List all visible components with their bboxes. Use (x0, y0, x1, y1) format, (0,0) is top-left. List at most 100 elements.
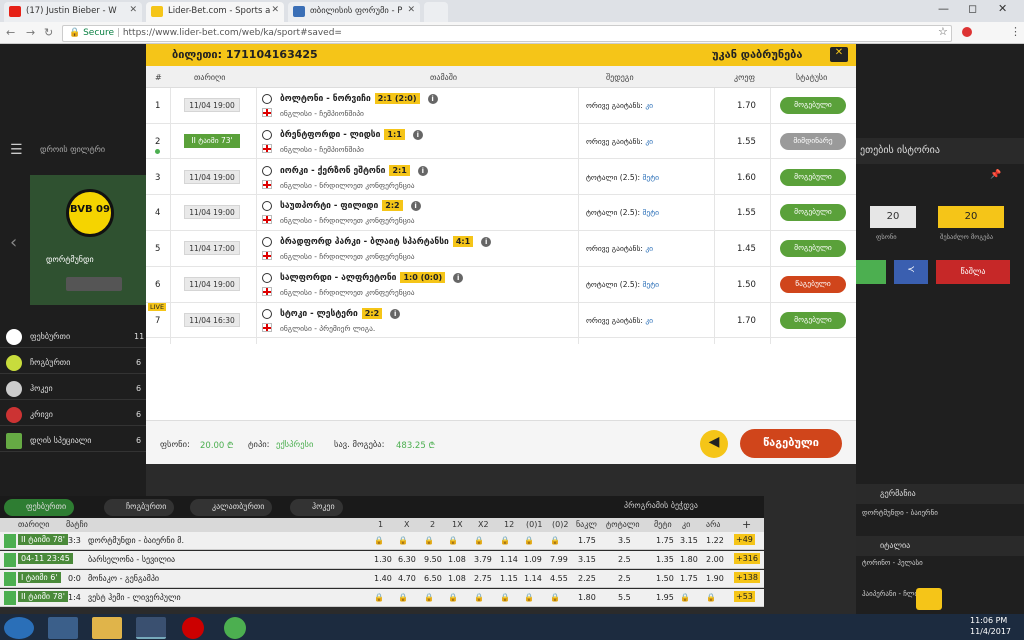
odd-value[interactable]: 1.15 (500, 574, 518, 583)
delete-button[interactable]: წაშლა (936, 260, 1010, 284)
odd-value[interactable]: 1.75 (680, 574, 698, 583)
media-player-icon[interactable] (48, 617, 78, 639)
odd-value[interactable]: 2.00 (706, 555, 724, 564)
info-icon[interactable]: i (453, 273, 464, 283)
odd-value[interactable]: 1.08 (448, 574, 466, 583)
forward-icon[interactable]: → (26, 26, 35, 39)
chrome-icon[interactable] (136, 617, 166, 639)
browser-tab-youtube[interactable]: (17) Justin Bieber - W ✕ (4, 2, 142, 22)
odd-value[interactable]: 2.5 (618, 574, 631, 583)
back-icon[interactable]: ← (6, 26, 15, 39)
odd-value[interactable]: 2.75 (474, 574, 492, 583)
odd-value[interactable]: 1.50 (656, 574, 674, 583)
info-icon[interactable]: i (410, 201, 421, 212)
promo-banner[interactable]: BVB 09 დორტმუნდი (30, 175, 146, 305)
pin-icon[interactable]: 📌 (990, 170, 1001, 180)
table-row[interactable]: II ტაიმი 78' 3:3 დორტმუნდი - ბაიერნი მ. 🔒 🔒 🔒… (0, 532, 764, 550)
sport-item-football[interactable]: ფეხბურთი 11 (0, 326, 146, 348)
odd-value[interactable]: 3.5 (618, 536, 631, 545)
info-icon[interactable]: i (481, 237, 492, 248)
odd-value[interactable]: 6.30 (398, 555, 416, 564)
sport-item-hockey[interactable]: ჰოკეი 6 (0, 378, 146, 400)
tab-hockey[interactable]: ჰოკეი (290, 499, 343, 516)
more-markets[interactable]: +49 (734, 534, 755, 545)
match-name[interactable]: ვესტ ჰემი - ლივერპული (88, 593, 181, 602)
promo-prev-icon[interactable]: ‹ (10, 232, 17, 253)
odd-value[interactable]: 4.70 (398, 574, 416, 583)
odd-value[interactable]: 9.50 (424, 555, 442, 564)
odd-value[interactable]: 6.50 (424, 574, 442, 583)
odd-value[interactable]: 4.55 (550, 574, 568, 583)
odd-value[interactable]: 3.15 (578, 555, 596, 564)
match-name[interactable]: მონაკო - გენგამპი (88, 574, 159, 583)
odd-value[interactable]: 1.95 (656, 593, 674, 602)
browser-tab-forum[interactable]: თბილისის ფორუმი - P ✕ (288, 2, 420, 22)
close-tab-icon[interactable]: ✕ (407, 5, 415, 15)
odd-value[interactable]: 1.80 (680, 555, 698, 564)
odd-value[interactable]: 1.40 (374, 574, 392, 583)
close-tab-icon[interactable]: ✕ (129, 5, 137, 15)
odd-value[interactable]: 3.15 (680, 536, 698, 545)
start-button-icon[interactable] (4, 617, 34, 639)
more-markets[interactable]: +53 (734, 591, 755, 602)
hamburger-icon[interactable]: ☰ (10, 142, 23, 158)
odd-value[interactable]: 1.75 (578, 536, 596, 545)
browser-tab-liderbet[interactable]: Lider-Bet.com - Sports a ✕ (146, 2, 284, 22)
odd-value[interactable]: 2.25 (578, 574, 596, 583)
stake-box[interactable]: 20 (870, 206, 916, 228)
odd-value[interactable]: 1.90 (706, 574, 724, 583)
reload-icon[interactable]: ↻ (44, 26, 53, 39)
odd-value[interactable]: 7.99 (550, 555, 568, 564)
place-bet-button[interactable] (856, 260, 886, 284)
promo-lock-button[interactable] (66, 277, 122, 291)
close-tab-icon[interactable]: ✕ (271, 5, 279, 15)
tab-basketball[interactable]: კალათბურთი (190, 499, 273, 516)
close-modal-icon[interactable]: ✕ (830, 47, 848, 62)
bet-history-title[interactable]: ეთების ისტორია (856, 138, 1024, 164)
table-row[interactable]: II ტაიმი 78' 1:4 ვესტ ჰემი - ლივერპული 🔒 🔒 🔒 🔒… (0, 589, 764, 607)
address-bar[interactable]: 🔒 Secure | https://www.lider-bet.com/web… (62, 25, 952, 42)
odd-value[interactable]: 2.5 (618, 555, 631, 564)
table-row[interactable]: 04-11 23:45 ბარსელონა - სევილია 1.30 6.30 9.… (0, 551, 764, 569)
close-window-icon[interactable]: ✕ (998, 2, 1007, 15)
tab-tennis[interactable]: ჩოგბურთი (104, 499, 175, 516)
back-link[interactable]: უკან დაბრუნება (712, 48, 802, 61)
country-italy[interactable]: იტალია (856, 536, 1024, 556)
country-germany[interactable]: გერმანია (856, 484, 1024, 504)
odd-value[interactable]: 1.14 (524, 574, 542, 583)
table-row[interactable]: I ტაიმი 6' 0:0 მონაკო - გენგამპი 1.40 4.70 6.… (0, 570, 764, 588)
sport-item-tennis[interactable]: ჩოგბურთი 6 (0, 352, 146, 374)
time-filter[interactable]: დროის ფილტრი (40, 145, 105, 154)
odd-value[interactable]: 3.79 (474, 555, 492, 564)
match-name[interactable]: ბარსელონა - სევილია (88, 555, 175, 564)
minimize-icon[interactable]: — (938, 2, 949, 15)
file-explorer-icon[interactable] (92, 617, 122, 639)
print-program-button[interactable]: პროგრამის ბეჭდვა (624, 501, 698, 510)
extension-icon[interactable] (962, 27, 972, 37)
share-icon[interactable]: ≺ (894, 260, 928, 284)
opera-icon[interactable] (182, 617, 204, 639)
odd-value[interactable]: 1.09 (524, 555, 542, 564)
tab-football[interactable]: ფეხბურთი (4, 499, 75, 516)
odd-value[interactable]: 1.30 (374, 555, 392, 564)
chat-icon[interactable] (916, 588, 942, 610)
share-icon[interactable]: ◀ (700, 430, 728, 458)
odd-value[interactable]: 1.35 (656, 555, 674, 564)
menu-icon[interactable]: ⋮ (1010, 25, 1021, 38)
odd-value[interactable]: 5.5 (618, 593, 631, 602)
info-icon[interactable]: i (390, 308, 401, 319)
ticket-result-button[interactable]: წაგებული (740, 429, 842, 458)
sport-item-special[interactable]: დღის სპეციალი 6 (0, 430, 146, 452)
utorrent-icon[interactable] (224, 617, 246, 639)
odd-value[interactable]: 1.75 (656, 536, 674, 545)
odd-value[interactable]: 1.08 (448, 555, 466, 564)
odd-value[interactable]: 1.80 (578, 593, 596, 602)
sport-item-boxing[interactable]: კრივი 6 (0, 404, 146, 426)
more-markets[interactable]: +316 (734, 553, 760, 564)
odd-value[interactable]: 1.14 (500, 555, 518, 564)
info-icon[interactable]: i (412, 129, 423, 140)
info-icon[interactable]: i (417, 165, 428, 176)
match-name[interactable]: დორტმუნდი - ბაიერნი მ. (88, 536, 184, 545)
bookmark-star-icon[interactable]: ☆ (938, 25, 948, 38)
odd-value[interactable]: 1.22 (706, 536, 724, 545)
